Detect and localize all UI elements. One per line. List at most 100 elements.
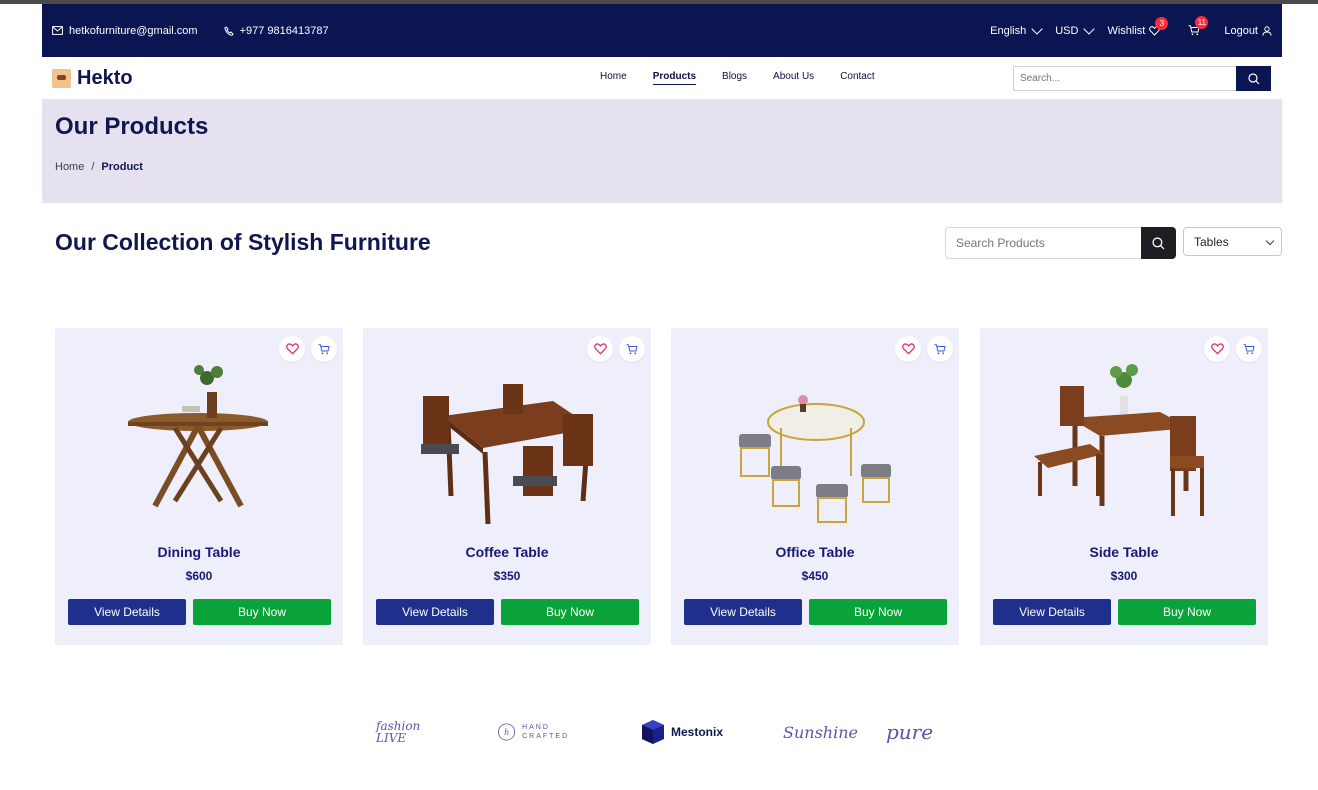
page-hero: Our Products Home / Product xyxy=(42,99,1282,203)
search-icon xyxy=(1152,236,1165,249)
buy-now-button[interactable]: Buy Now xyxy=(501,599,639,625)
nav-link-products[interactable]: Products xyxy=(652,71,697,85)
view-details-button[interactable]: View Details xyxy=(684,599,802,625)
brand-hand-crafted: HAND CRAFTED xyxy=(522,723,570,740)
nav-link-about-us[interactable]: About Us xyxy=(773,71,814,85)
phone-contact[interactable]: +977 9816413787 xyxy=(223,24,329,37)
brand-logo-mestonix: Mestonix xyxy=(641,712,731,752)
heart-icon xyxy=(901,343,915,355)
svg-text:h: h xyxy=(504,727,509,737)
nav-search xyxy=(1013,66,1271,91)
brand-mestonix: Mestonix xyxy=(671,725,724,739)
breadcrumb-home[interactable]: Home xyxy=(55,161,84,173)
brand-logo-hand-crafted: h HAND CRAFTED xyxy=(496,712,586,752)
add-to-cart-button[interactable] xyxy=(619,336,645,362)
product-search-input[interactable] xyxy=(945,227,1141,259)
view-details-button[interactable]: View Details xyxy=(993,599,1111,625)
product-name: Dining Table xyxy=(157,544,241,560)
brand-logo[interactable]: Hekto xyxy=(52,67,133,90)
product-search-button[interactable] xyxy=(1141,227,1176,259)
coffee-table-image xyxy=(421,384,593,525)
product-card: Dining Table $600 View Details Buy Now xyxy=(55,328,343,645)
phone-icon xyxy=(223,25,234,36)
cart-link[interactable]: 11 xyxy=(1188,16,1209,36)
cart-icon xyxy=(934,343,946,354)
hand-crafted-emblem-icon: h xyxy=(498,723,516,741)
dining-table-image xyxy=(128,365,268,508)
view-details-button[interactable]: View Details xyxy=(68,599,186,625)
wishlist-label: Wishlist xyxy=(1107,24,1146,37)
brand-fashion-live: fashion LIVE xyxy=(376,719,421,745)
top-bar: hetkofurniture@gmail.com +977 9816413787… xyxy=(42,4,1282,57)
mestonix-cube-icon xyxy=(642,720,664,744)
add-to-cart-button[interactable] xyxy=(927,336,953,362)
cart-icon xyxy=(626,343,638,354)
product-price: $450 xyxy=(801,569,829,583)
currency-value: USD xyxy=(1055,24,1079,37)
wishlist-icon-wrap: 3 xyxy=(1149,16,1169,36)
product-price: $600 xyxy=(185,569,213,583)
nav-link-home[interactable]: Home xyxy=(600,71,627,85)
heart-icon xyxy=(593,343,607,355)
nav-search-button[interactable] xyxy=(1236,66,1271,91)
cart-icon xyxy=(318,343,330,354)
nav-link-blogs[interactable]: Blogs xyxy=(722,71,747,85)
email-text: hetkofurniture@gmail.com xyxy=(69,24,198,37)
card-buttons: View Details Buy Now xyxy=(684,599,947,625)
cart-count-badge: 11 xyxy=(1195,16,1209,29)
chevron-down-icon xyxy=(1031,22,1043,35)
logout-label: Logout xyxy=(1224,24,1258,37)
office-table-image xyxy=(739,395,891,523)
product-price: $300 xyxy=(1110,569,1138,583)
logo-icon xyxy=(52,68,71,88)
nav-link-contact[interactable]: Contact xyxy=(840,71,874,85)
card-buttons: View Details Buy Now xyxy=(68,599,331,625)
chevron-down-icon xyxy=(1083,22,1096,35)
phone-text: +977 9816413787 xyxy=(239,24,329,37)
product-price: $350 xyxy=(493,569,521,583)
buy-now-button[interactable]: Buy Now xyxy=(193,599,331,625)
language-value: English xyxy=(990,24,1027,37)
card-buttons: View Details Buy Now xyxy=(376,599,639,625)
wishlist-count-badge: 3 xyxy=(1155,16,1169,30)
brand-pure: pure xyxy=(886,720,934,744)
collection-title: Our Collection of Stylish Furniture xyxy=(55,229,431,255)
cart-icon-wrap: 11 xyxy=(1188,16,1209,36)
side-table-image xyxy=(1034,364,1204,516)
logout-link[interactable]: Logout xyxy=(1224,25,1272,37)
heart-icon xyxy=(1210,343,1224,355)
email-contact[interactable]: hetkofurniture@gmail.com xyxy=(52,25,198,37)
breadcrumb-separator: / xyxy=(91,161,95,173)
buy-now-button[interactable]: Buy Now xyxy=(809,599,947,625)
search-icon xyxy=(1247,72,1259,84)
currency-select[interactable]: USD xyxy=(1055,22,1096,37)
product-name: Office Table xyxy=(775,544,855,560)
nav-links: Home Products Blogs About Us Contact xyxy=(600,71,875,85)
product-card: Office Table $450 View Details Buy Now xyxy=(671,328,959,645)
mail-icon xyxy=(52,26,63,35)
language-select[interactable]: English xyxy=(990,22,1043,37)
main-navbar: Hekto Home Products Blogs About Us Conta… xyxy=(42,57,1282,99)
brand-logo-sunshine: Sunshine xyxy=(783,712,858,752)
category-filter-select[interactable]: Tables xyxy=(1183,227,1282,256)
nav-search-input[interactable] xyxy=(1013,66,1236,91)
brand-sunshine: Sunshine xyxy=(783,722,858,742)
category-filter-value: Tables xyxy=(1194,234,1229,249)
add-to-cart-button[interactable] xyxy=(1236,336,1262,362)
card-buttons: View Details Buy Now xyxy=(993,599,1256,625)
product-name: Coffee Table xyxy=(465,544,549,560)
add-to-cart-button[interactable] xyxy=(311,336,337,362)
product-search xyxy=(945,227,1176,259)
brand-logos: fashion LIVE h HAND CRAFTED Mestonix Sun… xyxy=(0,712,1318,752)
buy-now-button[interactable]: Buy Now xyxy=(1118,599,1256,625)
brand-logo-fashion-live: fashion LIVE xyxy=(376,712,446,752)
product-name: Side Table xyxy=(1089,544,1159,560)
product-card: Coffee Table $350 View Details Buy Now xyxy=(363,328,651,645)
breadcrumb: Home / Product xyxy=(55,161,143,173)
wishlist-link[interactable]: Wishlist 3 xyxy=(1107,16,1169,37)
user-icon xyxy=(1262,25,1272,36)
breadcrumb-current: Product xyxy=(101,161,143,173)
brand-name: Hekto xyxy=(77,66,133,89)
view-details-button[interactable]: View Details xyxy=(376,599,494,625)
product-card: Side Table $300 View Details Buy Now xyxy=(980,328,1268,645)
